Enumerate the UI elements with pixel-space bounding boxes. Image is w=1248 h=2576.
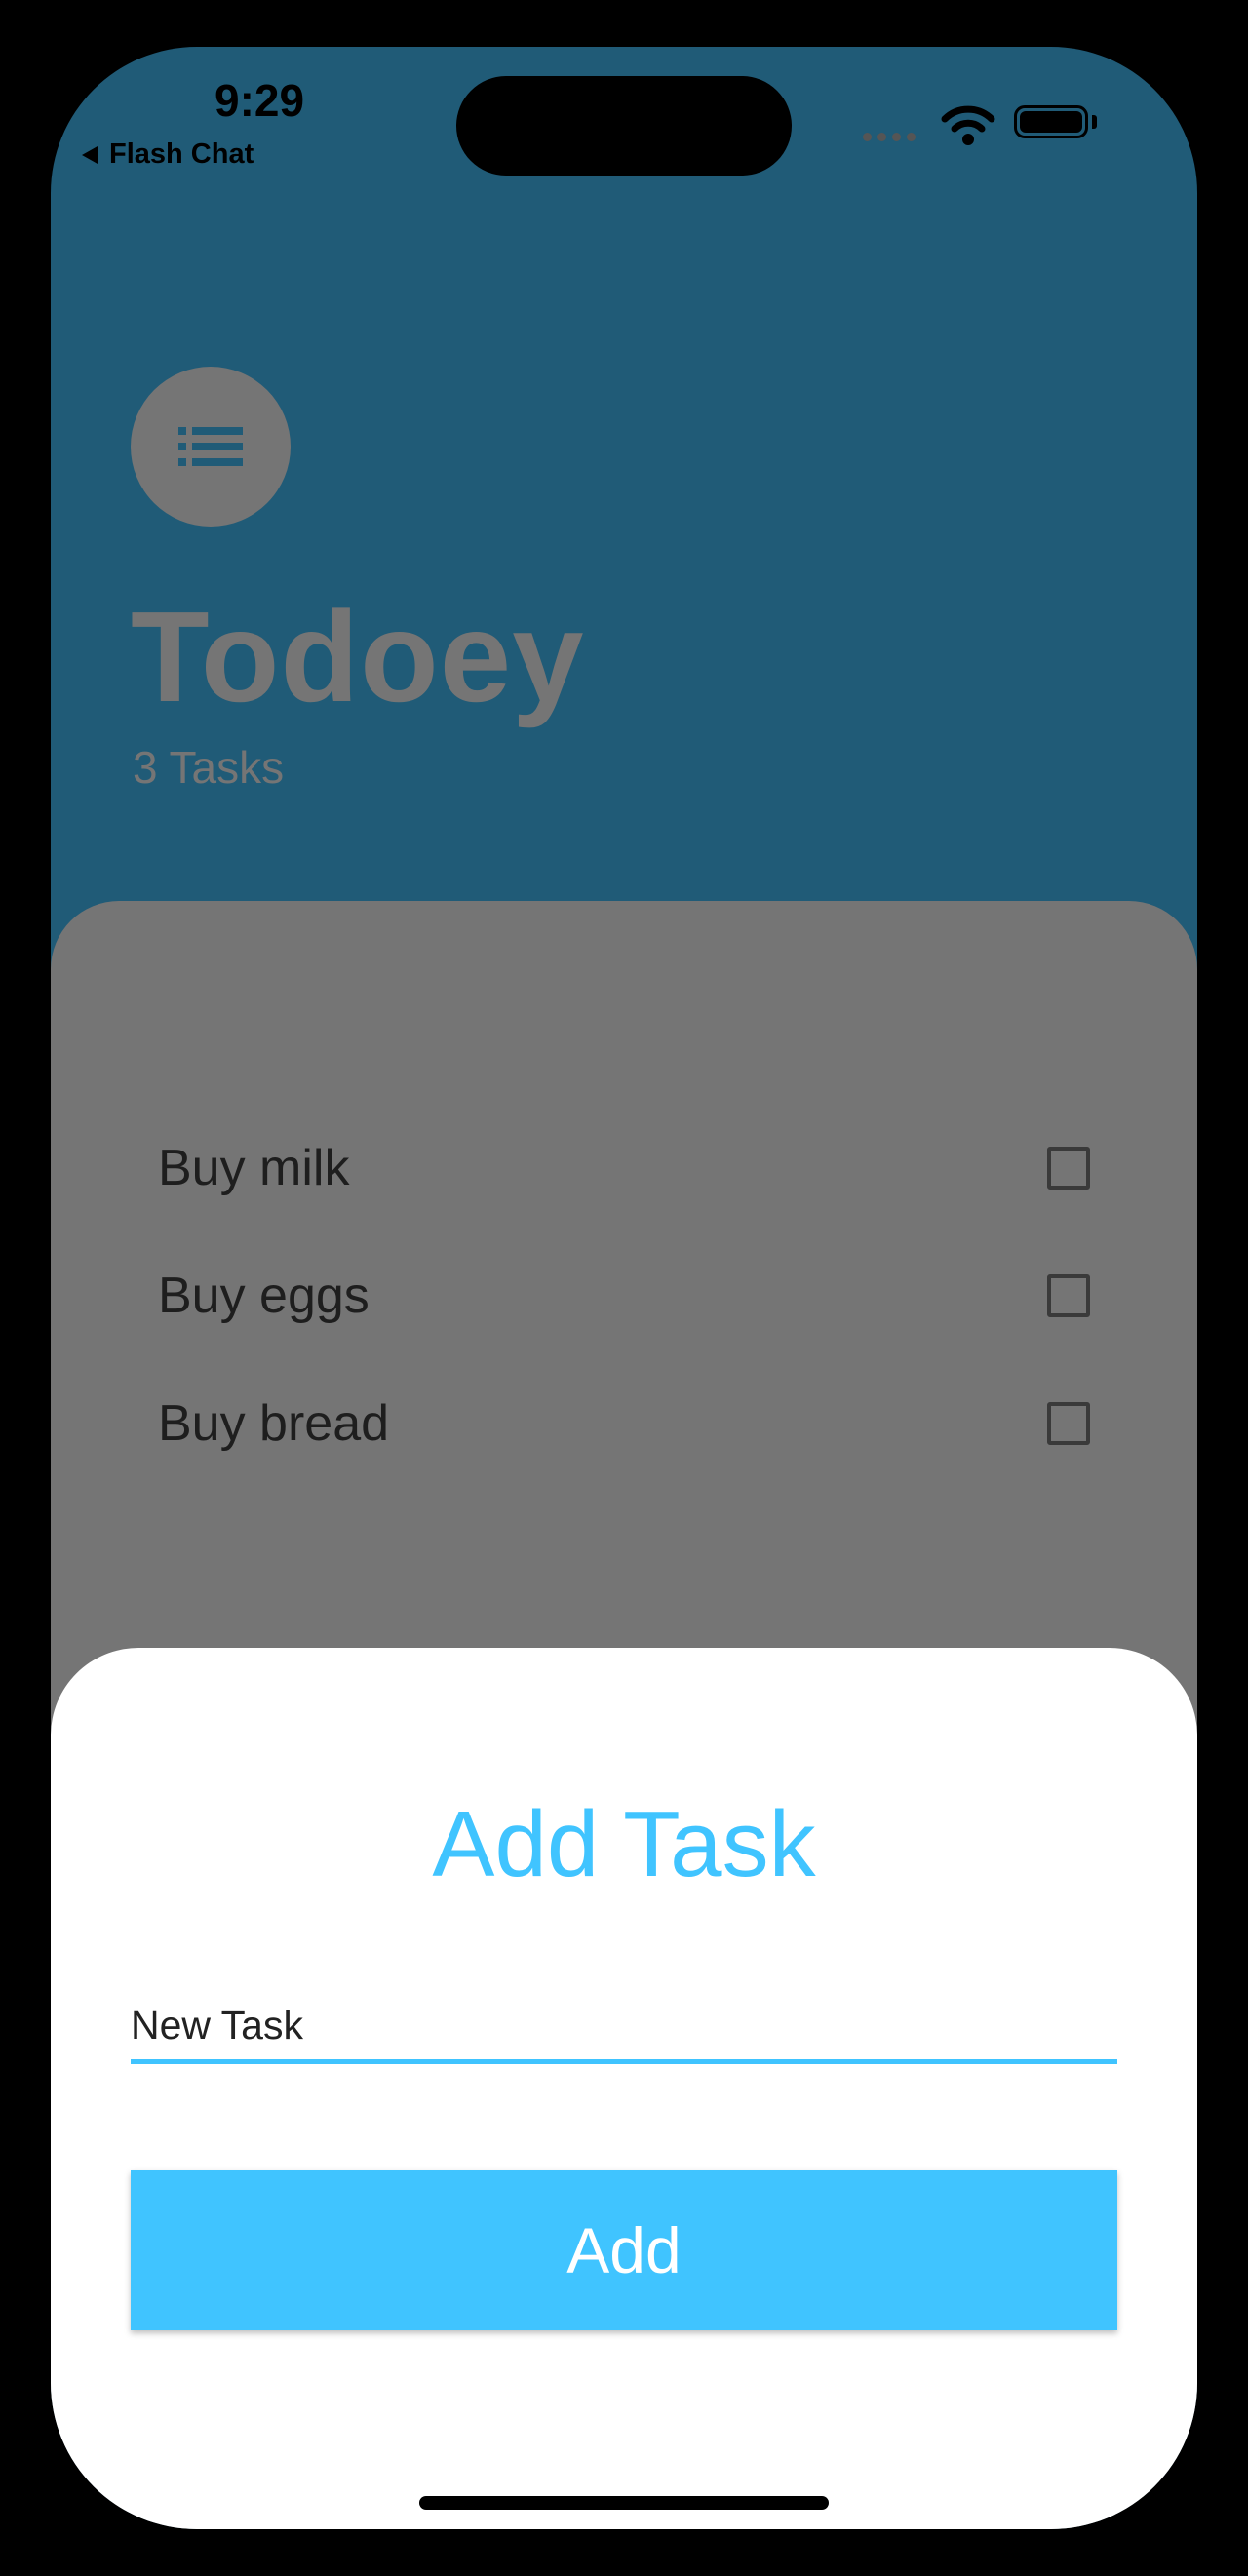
- add-button[interactable]: Add: [131, 2170, 1117, 2330]
- task-label: Buy eggs: [158, 1268, 370, 1324]
- task-checkbox[interactable]: [1047, 1147, 1090, 1190]
- task-row[interactable]: Buy milk: [158, 1129, 1123, 1207]
- app-title: Todoey: [131, 585, 585, 728]
- task-label: Buy bread: [158, 1395, 390, 1452]
- task-row[interactable]: Buy eggs: [158, 1257, 1123, 1335]
- task-count: 3 Tasks: [133, 742, 285, 793]
- list-icon: [178, 427, 243, 466]
- add-task-title: Add Task: [432, 1792, 816, 1896]
- app-screen: 9:29 Flash Chat Todoey 3 Tasks Buy milk …: [51, 47, 1197, 2529]
- back-to-app-link[interactable]: Flash Chat: [82, 138, 254, 171]
- dynamic-island: [456, 76, 792, 176]
- phone-frame: 9:29 Flash Chat Todoey 3 Tasks Buy milk …: [0, 0, 1248, 2576]
- task-checkbox[interactable]: [1047, 1402, 1090, 1445]
- task-row[interactable]: Buy bread: [158, 1385, 1123, 1463]
- add-task-sheet: Add Task Add: [51, 1648, 1197, 2529]
- back-arrow-icon: [82, 145, 98, 164]
- wifi-icon: [941, 105, 995, 145]
- home-indicator[interactable]: [419, 2496, 829, 2510]
- new-task-input[interactable]: [131, 1991, 1117, 2064]
- cellular-signal-icon: [863, 133, 916, 141]
- battery-icon: [1014, 105, 1088, 138]
- battery-tip: [1092, 115, 1097, 129]
- task-label: Buy milk: [158, 1140, 350, 1196]
- list-icon-avatar: [131, 367, 291, 527]
- back-app-label: Flash Chat: [109, 138, 254, 170]
- status-time: 9:29: [214, 75, 305, 126]
- task-checkbox[interactable]: [1047, 1274, 1090, 1317]
